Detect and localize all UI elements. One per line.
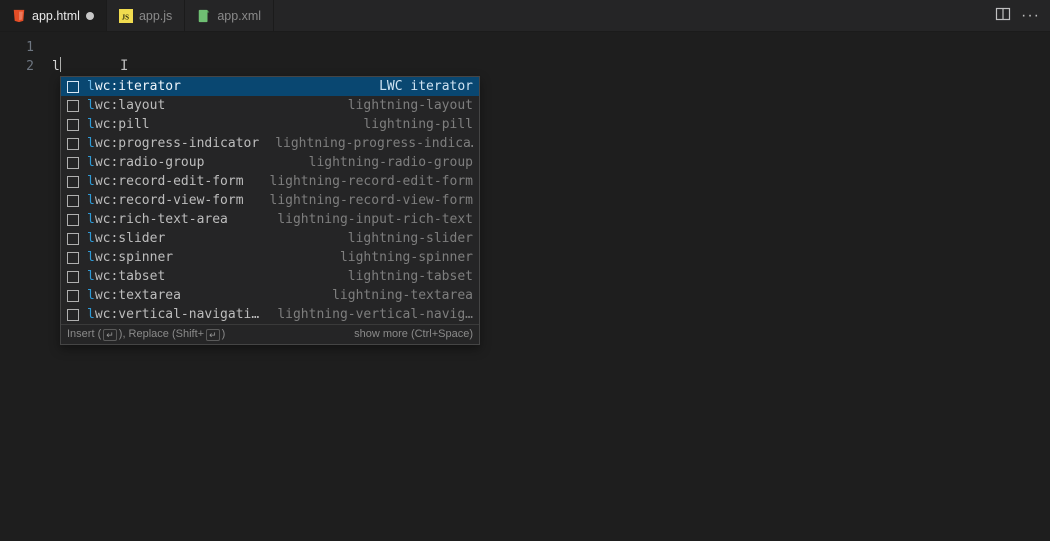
suggestion-item[interactable]: lwc:layout lightning-layout: [61, 96, 479, 115]
unsaved-indicator-icon: [86, 12, 94, 20]
suggestion-item[interactable]: lwc:progress-indicator lightning-progress…: [61, 134, 479, 153]
code-line: l: [52, 57, 1050, 76]
suggestion-detail: lightning-record-view-form: [270, 191, 474, 210]
suggestion-popup: lwc:iterator LWC iterator lwc:layout lightn…: [60, 76, 480, 345]
line-number: 2: [0, 57, 52, 76]
tab-label: app.js: [139, 9, 172, 23]
snippet-icon: [67, 214, 79, 226]
suggestion-item[interactable]: lwc:rich-text-area lightning-input-rich-t…: [61, 210, 479, 229]
suggestion-detail: lightning-layout: [348, 96, 473, 115]
suggestion-label: lwc:record-edit-form: [87, 172, 244, 191]
suggestion-label: lwc:vertical-navigati…: [87, 305, 259, 324]
suggestion-detail: lightning-pill: [363, 115, 473, 134]
suggestion-detail: lightning-vertical-navig…: [277, 305, 473, 324]
tab-bar: app.html JS app.js app.xml ···: [0, 0, 1050, 32]
tab-app-js[interactable]: JS app.js: [107, 0, 185, 31]
line-number: 1: [0, 38, 52, 57]
suggestion-detail: lightning-record-edit-form: [270, 172, 474, 191]
js-file-icon: JS: [119, 9, 133, 23]
suggestion-item[interactable]: lwc:slider lightning-slider: [61, 229, 479, 248]
editor-area[interactable]: 1 2 l I lwc:iteratorLWC iteratorlwc:layo…: [0, 32, 1050, 541]
suggestion-detail: lightning-progress-indica…: [275, 134, 473, 153]
snippet-icon: [67, 271, 79, 283]
tab-app-html[interactable]: app.html: [0, 0, 107, 31]
suggestion-label: lwc:slider: [87, 229, 165, 248]
split-editor-icon[interactable]: [995, 6, 1011, 25]
html5-file-icon: [12, 9, 26, 23]
tab-app-xml[interactable]: app.xml: [185, 0, 274, 31]
suggestion-detail: lightning-tabset: [348, 267, 473, 286]
line-number-gutter: 1 2: [0, 32, 52, 541]
snippet-icon: [67, 81, 79, 93]
suggestion-label: lwc:tabset: [87, 267, 165, 286]
suggestion-item[interactable]: lwc:record-view-form lightning-record-vie…: [61, 191, 479, 210]
snippet-icon: [67, 176, 79, 188]
suggestion-hint-insert: Insert ( ↵ ), Replace (Shift+ ↵ ): [67, 325, 225, 344]
more-actions-icon[interactable]: ···: [1021, 7, 1040, 25]
suggestion-detail: lightning-textarea: [332, 286, 473, 305]
suggestion-label: lwc:iterator: [87, 77, 181, 96]
tab-label: app.xml: [217, 9, 261, 23]
code-line: [52, 38, 1050, 57]
suggestion-detail: lightning-slider: [348, 229, 473, 248]
suggestion-label: lwc:record-view-form: [87, 191, 244, 210]
text-cursor: [60, 57, 61, 72]
enter-key-icon: ↵: [206, 329, 220, 341]
snippet-icon: [67, 309, 79, 321]
suggestion-label: lwc:progress-indicator: [87, 134, 259, 153]
suggestion-item[interactable]: lwc:spinner lightning-spinner: [61, 248, 479, 267]
code-content[interactable]: l I lwc:iteratorLWC iteratorlwc:layoutli…: [52, 32, 1050, 541]
snippet-icon: [67, 100, 79, 112]
suggestion-item[interactable]: lwc:record-edit-form lightning-record-edi…: [61, 172, 479, 191]
suggestion-label: lwc:radio-group: [87, 153, 204, 172]
suggestion-label: lwc:textarea: [87, 286, 181, 305]
suggestion-statusbar: Insert ( ↵ ), Replace (Shift+ ↵ ) show m…: [61, 324, 479, 344]
svg-text:JS: JS: [122, 13, 130, 21]
suggestion-item[interactable]: lwc:iterator LWC iterator: [61, 77, 479, 96]
enter-key-icon: ↵: [103, 329, 117, 341]
snippet-icon: [67, 195, 79, 207]
suggestion-detail: lightning-radio-group: [309, 153, 473, 172]
snippet-icon: [67, 157, 79, 169]
suggestion-detail: lightning-spinner: [340, 248, 473, 267]
suggestion-label: lwc:rich-text-area: [87, 210, 228, 229]
tab-label: app.html: [32, 9, 80, 23]
snippet-icon: [67, 290, 79, 302]
suggestion-label: lwc:spinner: [87, 248, 173, 267]
suggestion-item[interactable]: lwc:tabset lightning-tabset: [61, 267, 479, 286]
suggestion-hint-showmore[interactable]: show more (Ctrl+Space): [354, 325, 473, 344]
xml-file-icon: [197, 9, 211, 23]
suggestion-item[interactable]: lwc:radio-group lightning-radio-group: [61, 153, 479, 172]
suggestion-item[interactable]: lwc:textarea lightning-textarea: [61, 286, 479, 305]
snippet-icon: [67, 252, 79, 264]
suggestion-detail: LWC iterator: [379, 77, 473, 96]
tabbar-actions: ···: [985, 0, 1050, 31]
suggestion-label: lwc:layout: [87, 96, 165, 115]
suggestion-detail: lightning-input-rich-text: [277, 210, 473, 229]
suggestion-item[interactable]: lwc:pill lightning-pill: [61, 115, 479, 134]
tabbar-spacer: [274, 0, 985, 31]
suggestion-item[interactable]: lwc:vertical-navigati… lightning-vertical…: [61, 305, 479, 324]
suggestion-label: lwc:pill: [87, 115, 150, 134]
snippet-icon: [67, 233, 79, 245]
snippet-icon: [67, 119, 79, 131]
snippet-icon: [67, 138, 79, 150]
